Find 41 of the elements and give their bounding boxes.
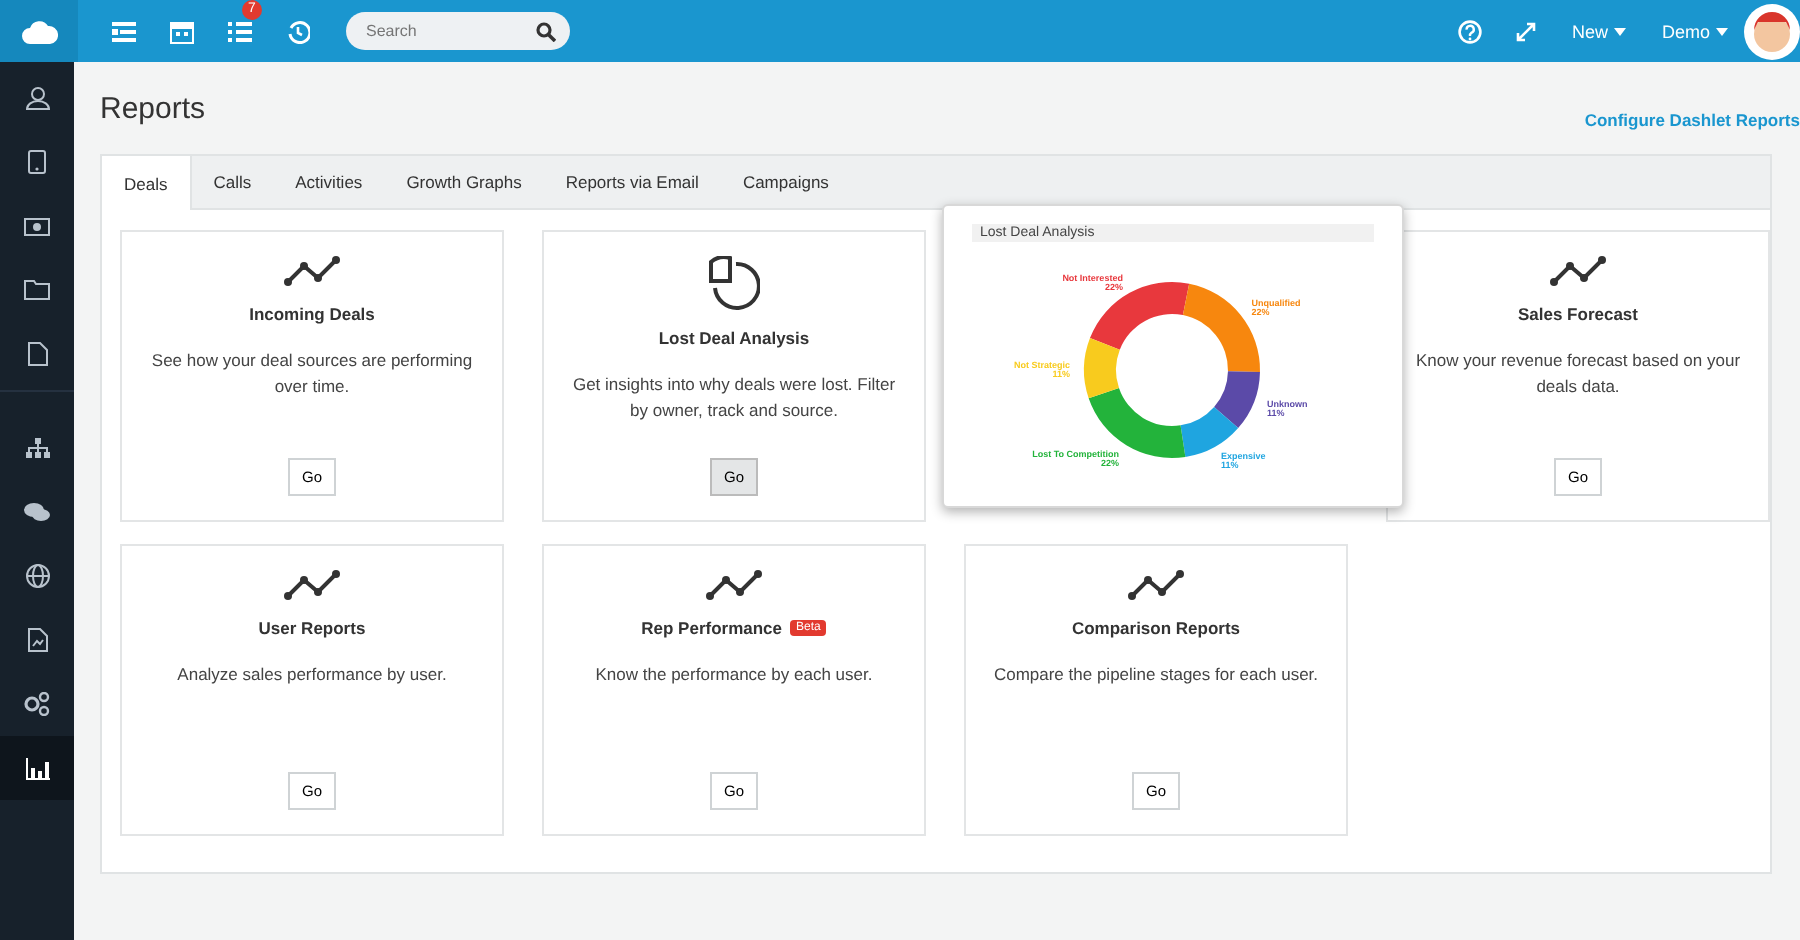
line-chart-icon: [1550, 256, 1606, 288]
document-chart-icon: [27, 628, 47, 652]
tab[interactable]: Growth Graphs: [384, 156, 544, 208]
phone-icon: [28, 150, 46, 174]
card-description: Analyze sales performance by user.: [177, 662, 447, 688]
money-icon: [24, 217, 50, 235]
card-description: Get insights into why deals were lost. Filter by owner, track and source.: [570, 372, 898, 424]
chat-icon: [24, 501, 50, 523]
page-title: Reports: [100, 92, 206, 126]
tab[interactable]: Activities: [273, 156, 385, 208]
card-title: Incoming Deals: [249, 304, 375, 324]
avatar[interactable]: [1744, 3, 1800, 59]
sidebar-item[interactable]: [0, 736, 74, 800]
hierarchy-icon: [25, 438, 49, 458]
line-chart-icon: [284, 570, 340, 602]
tab[interactable]: Reports via Email: [543, 156, 721, 208]
user-icon: [25, 86, 49, 110]
pie-chart-icon: [708, 256, 760, 312]
card-title: Lost Deal Analysis: [658, 328, 810, 348]
line-chart-icon: [1128, 570, 1184, 602]
bar-chart-icon: [25, 757, 49, 779]
gears-icon: [24, 692, 50, 716]
card-description: Know the performance by each user.: [595, 662, 873, 688]
card-description: See how your deal sources are performing over time.: [149, 348, 475, 400]
globe-icon: [25, 564, 49, 588]
caret-icon: [1716, 27, 1728, 35]
tab[interactable]: Deals: [102, 156, 192, 210]
tab[interactable]: Calls: [191, 156, 274, 208]
file-icon: [27, 342, 47, 366]
card-description: Compare the pipeline stages for each user.: [993, 662, 1319, 688]
card-title: Sales Forecast: [1517, 304, 1638, 324]
search-field[interactable]: Search: [346, 12, 570, 50]
card-title: Rep Performance: [641, 618, 783, 638]
folder-icon: [24, 280, 50, 300]
caret-icon: [1613, 27, 1626, 35]
line-chart-icon: [706, 570, 762, 602]
line-chart-icon: [284, 256, 340, 288]
tab[interactable]: Campaigns: [720, 156, 851, 208]
card-description: Know your revenue forecast based on your deals data.: [1413, 348, 1743, 400]
card-title: Comparison Reports: [1071, 618, 1241, 638]
card-title: User Reports: [258, 618, 366, 638]
